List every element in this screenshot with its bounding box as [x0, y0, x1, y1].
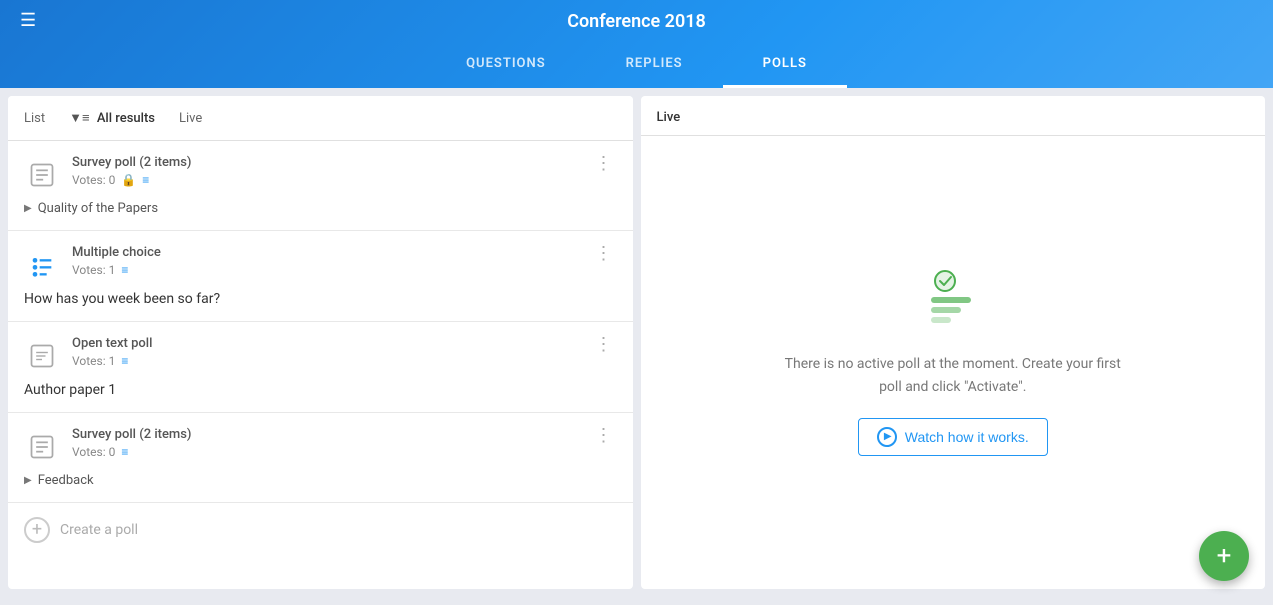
tab-replies[interactable]: REPLIES [586, 42, 723, 88]
no-poll-illustration [913, 269, 993, 333]
nav-tabs: QUESTIONS REPLIES POLLS [0, 42, 1273, 88]
page-title: Conference 2018 [567, 11, 706, 32]
poll-votes: Votes: 1 [72, 263, 115, 277]
create-poll-button[interactable]: + Create a poll [8, 503, 633, 557]
poll-item-header: Survey poll (2 items) Votes: 0 🔒 ≡ ⋮ [24, 155, 617, 193]
poll-subtitle: ▶ Quality of the Papers [24, 201, 617, 216]
poll-item: Multiple choice Votes: 1 ≡ ⋮ How has you… [8, 231, 633, 322]
right-panel-header: Live [641, 96, 1266, 136]
poll-question: Author paper 1 [24, 382, 617, 398]
poll-votes: Votes: 1 [72, 354, 115, 368]
poll-item: Open text poll Votes: 1 ≡ ⋮ Author paper… [8, 322, 633, 413]
poll-type: Survey poll (2 items) [72, 155, 579, 170]
add-poll-fab[interactable]: + [1199, 531, 1249, 581]
plus-circle-icon: + [24, 517, 50, 543]
more-options-button[interactable]: ⋮ [591, 245, 617, 263]
watch-btn-label: Watch how it works. [905, 429, 1029, 445]
polls-list: Survey poll (2 items) Votes: 0 🔒 ≡ ⋮ ▶ Q… [8, 141, 633, 589]
tab-questions[interactable]: QUESTIONS [426, 42, 586, 88]
list-tab[interactable]: List [24, 107, 45, 130]
poll-info: Open text poll Votes: 1 ≡ [72, 336, 579, 368]
create-poll-label: Create a poll [60, 522, 138, 538]
main-content: List ▼≡ All results Live [0, 88, 1273, 597]
right-panel: Live There is no active poll at the mome… [641, 96, 1266, 589]
lock-icon: 🔒 [121, 173, 136, 187]
filter-icon: ≡ [121, 263, 128, 277]
right-panel-content: There is no active poll at the moment. C… [641, 136, 1266, 589]
more-options-button[interactable]: ⋮ [591, 155, 617, 173]
poll-item-header: Open text poll Votes: 1 ≡ ⋮ [24, 336, 617, 374]
poll-info: Multiple choice Votes: 1 ≡ [72, 245, 579, 277]
filter-icon: ▼≡ [69, 111, 89, 126]
more-options-button[interactable]: ⋮ [591, 336, 617, 354]
filter-icon: ≡ [121, 354, 128, 368]
survey-poll-icon [24, 157, 60, 193]
hamburger-icon[interactable]: ☰ [20, 12, 36, 30]
panel-header: List ▼≡ All results Live [8, 96, 633, 141]
multiple-choice-icon [24, 247, 60, 283]
live-tab[interactable]: Live [179, 107, 202, 130]
poll-item-header: Survey poll (2 items) Votes: 0 ≡ ⋮ [24, 427, 617, 465]
open-text-icon [24, 338, 60, 374]
filter-icon: ≡ [142, 173, 149, 187]
poll-item-header: Multiple choice Votes: 1 ≡ ⋮ [24, 245, 617, 283]
poll-item: Survey poll (2 items) Votes: 0 🔒 ≡ ⋮ ▶ Q… [8, 141, 633, 231]
poll-type: Multiple choice [72, 245, 579, 260]
fab-icon: + [1217, 541, 1232, 571]
poll-meta: Votes: 1 ≡ [72, 263, 579, 277]
play-icon: ▶ [877, 427, 897, 447]
poll-meta: Votes: 1 ≡ [72, 354, 579, 368]
survey-poll-icon [24, 429, 60, 465]
watch-how-it-works-button[interactable]: ▶ Watch how it works. [858, 418, 1048, 456]
poll-subtitle-text: Quality of the Papers [38, 201, 158, 216]
poll-subtitle: ▶ Feedback [24, 473, 617, 488]
arrow-icon: ▶ [24, 475, 32, 486]
all-results-tab[interactable]: ▼≡ All results [69, 106, 155, 130]
live-label: Live [657, 110, 681, 125]
filter-icon: ≡ [121, 445, 128, 459]
header-title-bar: ☰ Conference 2018 [0, 0, 1273, 42]
poll-info: Survey poll (2 items) Votes: 0 🔒 ≡ [72, 155, 579, 187]
poll-question: How has you week been so far? [24, 291, 617, 307]
poll-meta: Votes: 0 ≡ [72, 445, 579, 459]
poll-votes: Votes: 0 [72, 445, 115, 459]
poll-item: Survey poll (2 items) Votes: 0 ≡ ⋮ ▶ Fee… [8, 413, 633, 503]
header: ☰ Conference 2018 QUESTIONS REPLIES POLL… [0, 0, 1273, 88]
left-panel: List ▼≡ All results Live [8, 96, 633, 589]
poll-votes: Votes: 0 [72, 173, 115, 187]
no-poll-text: There is no active poll at the moment. C… [783, 353, 1123, 398]
poll-type: Survey poll (2 items) [72, 427, 579, 442]
poll-type: Open text poll [72, 336, 579, 351]
tab-polls[interactable]: POLLS [723, 42, 847, 88]
poll-subtitle-text: Feedback [38, 473, 94, 488]
poll-meta: Votes: 0 🔒 ≡ [72, 173, 579, 187]
arrow-icon: ▶ [24, 203, 32, 214]
poll-info: Survey poll (2 items) Votes: 0 ≡ [72, 427, 579, 459]
more-options-button[interactable]: ⋮ [591, 427, 617, 445]
